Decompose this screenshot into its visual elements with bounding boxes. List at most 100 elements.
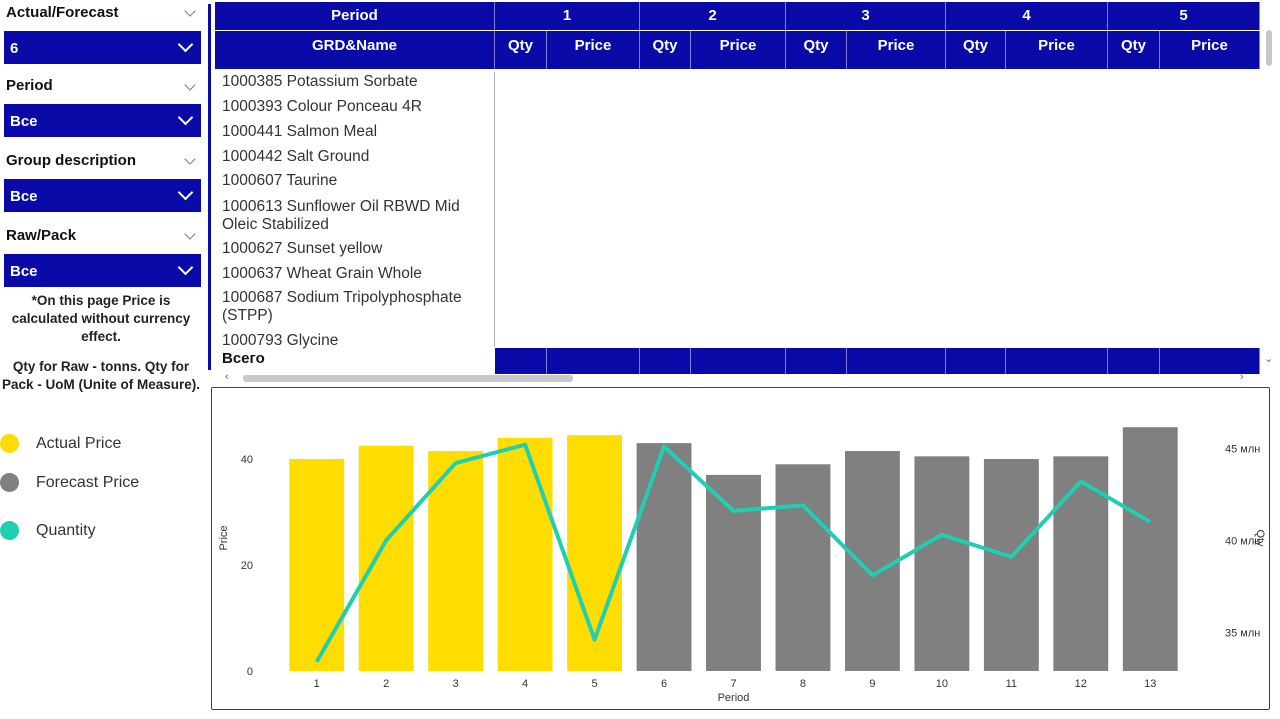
price-header[interactable]: Price <box>847 31 946 69</box>
scrollbar-thumb[interactable] <box>1266 30 1272 66</box>
filter-panel: Actual/Forecast 6 Period Все Group descr… <box>0 0 208 719</box>
column-divider <box>494 72 495 347</box>
bar <box>706 474 761 671</box>
bar <box>289 459 345 671</box>
total-cell <box>1108 348 1160 374</box>
chart-canvas: 0204035 млн40 млн45 млн1 2 3 4 5 6 7 8 9 10 11 12 13… <box>218 427 1266 704</box>
legend-label: Forecast Price <box>36 474 140 491</box>
total-cell <box>1006 348 1108 374</box>
total-cell <box>495 348 547 374</box>
bar <box>775 464 831 671</box>
table-row[interactable]: 1000385 Potassium Sorbate <box>222 73 492 91</box>
legend-dot-icon <box>0 434 19 453</box>
scroll-left-icon[interactable]: ‹ <box>225 371 229 383</box>
total-label: Всего <box>222 350 265 367</box>
period-column-header[interactable]: 1 <box>495 2 640 30</box>
period-header[interactable]: Period <box>215 2 495 30</box>
raw-pack-label: Raw/Pack <box>6 227 77 244</box>
table-row[interactable]: 1000687 Sodium Tripolyphosphate (STPP) <box>222 289 492 325</box>
x-tick-label: 1 <box>314 678 320 690</box>
actual-forecast-dropdown[interactable]: 6 <box>4 31 201 64</box>
period-filter-label: Period <box>6 77 53 94</box>
chevron-down-icon[interactable] <box>184 228 196 240</box>
y-tick-label: 20 <box>241 560 253 572</box>
total-cell <box>691 348 786 374</box>
x-axis-title: Period <box>718 692 750 704</box>
chevron-down-icon[interactable] <box>184 153 196 165</box>
chevron-down-icon <box>177 184 194 201</box>
legend-dot-icon <box>0 473 19 492</box>
group-description-dropdown[interactable]: Все <box>4 179 201 212</box>
price-header[interactable]: Price <box>691 31 786 69</box>
vertical-scrollbar[interactable]: ⌄ <box>1262 2 1274 370</box>
chevron-down-icon <box>177 36 194 53</box>
y-tick-label: 40 <box>241 454 253 466</box>
qty-note: Qty for Raw - tonns. Qty for Pack - UoM … <box>1 359 201 392</box>
price-header[interactable]: Price <box>1160 31 1260 69</box>
divider <box>208 4 211 370</box>
price-qty-chart: 0 20 40 35 млн 40 млн 45 млн 1 2 3 4 5 6 7 8 9 10 11 12 13… <box>211 387 1270 710</box>
scroll-right-icon[interactable]: › <box>1240 371 1244 383</box>
x-tick-label: 10 <box>936 678 948 690</box>
price-header[interactable]: Price <box>547 31 640 69</box>
table-row[interactable]: 1000793 Glycine <box>222 332 492 350</box>
grd-name-header[interactable]: GRD&Name <box>215 31 495 69</box>
period-column-header[interactable]: 2 <box>640 2 786 30</box>
bar <box>358 445 414 671</box>
legend-dot-icon <box>0 521 19 540</box>
qty-header[interactable]: Qty <box>640 31 691 69</box>
x-tick-label: 13 <box>1144 678 1156 690</box>
x-tick-label: 9 <box>869 678 875 690</box>
chevron-down-icon[interactable] <box>184 5 196 17</box>
legend-label: Actual Price <box>36 435 122 452</box>
horizontal-scrollbar[interactable]: ‹ › <box>215 371 1260 384</box>
y2-tick-label: 35 млн <box>1225 627 1260 639</box>
table-row[interactable]: 1000637 Wheat Grain Whole <box>222 265 492 283</box>
chevron-down-icon <box>177 259 194 276</box>
total-cell <box>946 348 1006 374</box>
qty-header[interactable]: Qty <box>786 31 847 69</box>
x-tick-label: 5 <box>592 678 598 690</box>
scroll-down-icon[interactable]: ⌄ <box>1264 352 1273 365</box>
price-header[interactable]: Price <box>1006 31 1108 69</box>
scrollbar-thumb[interactable] <box>243 375 573 382</box>
period-column-header[interactable]: 4 <box>946 2 1108 30</box>
raw-pack-dropdown[interactable]: Все <box>4 254 201 287</box>
bar <box>1053 456 1109 671</box>
x-tick-label: 8 <box>800 678 806 690</box>
group-description-value: Все <box>10 188 38 205</box>
price-note: *On this page Price is calculated withou… <box>11 293 191 344</box>
period-dropdown[interactable]: Все <box>4 104 201 137</box>
bar <box>497 437 553 671</box>
table-row[interactable]: 1000607 Taurine <box>222 172 492 190</box>
x-tick-label: 6 <box>661 678 667 690</box>
total-cell <box>640 348 691 374</box>
y2-axis-title: Qty <box>1254 529 1266 547</box>
y2-tick-label: 45 млн <box>1225 443 1260 455</box>
x-tick-label: 12 <box>1075 678 1087 690</box>
y-axis-title: Price <box>218 525 230 550</box>
period-column-header[interactable]: 3 <box>786 2 946 30</box>
total-cell <box>786 348 847 374</box>
chevron-down-icon <box>177 109 194 126</box>
qty-header[interactable]: Qty <box>1108 31 1160 69</box>
bar <box>983 459 1039 671</box>
bar <box>636 443 692 671</box>
period-column-header[interactable]: 5 <box>1108 2 1260 30</box>
table-row[interactable]: 1000441 Salmon Meal <box>222 123 492 141</box>
x-tick-label: 4 <box>522 678 528 690</box>
table-row[interactable]: 1000442 Salt Ground <box>222 148 492 166</box>
total-cell <box>1160 348 1260 374</box>
qty-header[interactable]: Qty <box>495 31 547 69</box>
chevron-down-icon[interactable] <box>184 79 196 91</box>
x-tick-label: 11 <box>1006 678 1017 690</box>
table-row[interactable]: 1000393 Colour Ponceau 4R <box>222 98 492 116</box>
bar <box>844 451 900 671</box>
qty-header[interactable]: Qty <box>946 31 1006 69</box>
period-value: Все <box>10 113 38 130</box>
y-tick-label: 0 <box>247 666 253 678</box>
actual-forecast-value: 6 <box>10 40 19 57</box>
table-row[interactable]: 1000627 Sunset yellow <box>222 240 492 258</box>
group-description-label: Group description <box>6 152 137 169</box>
table-row[interactable]: 1000613 Sunflower Oil RBWD Mid Oleic Sta… <box>222 198 492 234</box>
